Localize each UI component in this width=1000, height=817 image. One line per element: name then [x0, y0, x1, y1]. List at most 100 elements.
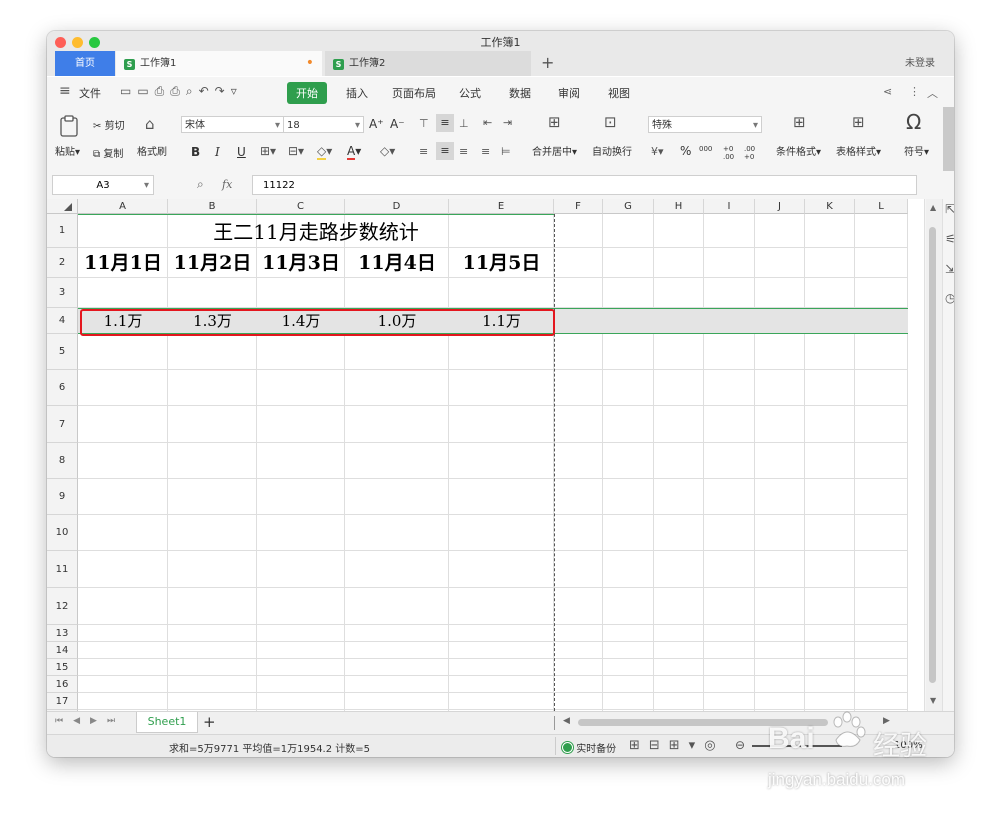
font-size-select[interactable]: 18 ▾	[283, 116, 364, 133]
number-format-select[interactable]: 特殊 ▾	[648, 116, 762, 133]
eraser-icon[interactable]: ◇▾	[380, 144, 395, 158]
row-header-12[interactable]: 12	[47, 588, 78, 625]
bold-button[interactable]: B	[191, 145, 200, 159]
row-header-15[interactable]: 15	[47, 659, 78, 676]
collapse-ribbon-icon[interactable]: ︿	[927, 85, 938, 101]
distribute-icon[interactable]: ⊨	[501, 145, 511, 158]
vertical-scrollbar[interactable]: ▲ ▼	[926, 199, 943, 711]
share-icon[interactable]: ⋖	[883, 85, 892, 98]
scroll-down-icon[interactable]: ▼	[930, 696, 936, 705]
align-right-icon[interactable]: ≡	[459, 145, 468, 158]
column-header-j[interactable]: J	[755, 199, 805, 214]
column-header-e[interactable]: E	[449, 199, 554, 214]
column-header-k[interactable]: K	[805, 199, 855, 214]
menu-view[interactable]: 视图	[608, 85, 630, 101]
sheet-nav-arrows[interactable]: ⏮◀▶⏭	[55, 716, 125, 726]
scroll-up-icon[interactable]: ▲	[930, 203, 936, 212]
thousand-separator-button[interactable]: 000	[699, 145, 712, 153]
cursor-icon[interactable]: ⇱	[945, 202, 954, 216]
column-header-i[interactable]: I	[704, 199, 755, 214]
row-header-7[interactable]: 7	[47, 406, 78, 443]
decrease-font-button[interactable]: A⁻	[390, 117, 405, 131]
table-style-icon[interactable]: ⊞	[852, 113, 865, 131]
date-cell-a[interactable]: 11月1日	[78, 248, 168, 278]
menu-review[interactable]: 审阅	[558, 85, 580, 101]
auto-wrap-button[interactable]: 自动换行	[592, 143, 632, 158]
horizontal-scroll-thumb[interactable]	[578, 719, 828, 726]
column-header-b[interactable]: B	[168, 199, 257, 214]
zoom-out-icon[interactable]: ⊖	[735, 738, 745, 752]
date-cell-b[interactable]: 11月2日	[168, 248, 257, 278]
row-header-11[interactable]: 11	[47, 551, 78, 588]
row-header-17[interactable]: 17	[47, 693, 78, 710]
scroll-right-icon[interactable]: ▶	[883, 716, 890, 726]
auto-wrap-icon[interactable]: ⊡	[604, 113, 617, 131]
row-header-16[interactable]: 16	[47, 676, 78, 693]
date-cell-e[interactable]: 11月5日	[449, 248, 554, 278]
omega-icon[interactable]: Ω	[906, 110, 921, 134]
menu-insert[interactable]: 插入	[346, 85, 368, 101]
increase-font-button[interactable]: A⁺	[369, 117, 384, 131]
hamburger-menu-icon[interactable]: ≡	[59, 83, 71, 99]
insert-function-button[interactable]: fx	[222, 178, 232, 191]
new-tab-button[interactable]: +	[541, 51, 554, 76]
row-header-13[interactable]: 13	[47, 625, 78, 642]
row-header-3[interactable]: 3	[47, 278, 78, 308]
select-all-corner[interactable]	[47, 199, 78, 214]
fill-color-icon[interactable]: ◇▾	[317, 144, 332, 160]
align-bottom-icon[interactable]: ⊥	[459, 117, 469, 130]
row-header-2[interactable]: 2	[47, 248, 78, 278]
row-header-10[interactable]: 10	[47, 515, 78, 551]
backup-toggle[interactable]: 实时备份	[562, 740, 616, 755]
align-middle-icon[interactable]: ≡	[436, 114, 454, 132]
tab-workbook1[interactable]: S 工作簿1 •	[116, 51, 322, 76]
column-header-g[interactable]: G	[603, 199, 654, 214]
column-header-d[interactable]: D	[345, 199, 449, 214]
row-header-8[interactable]: 8	[47, 443, 78, 479]
row-header-1[interactable]: 1	[47, 214, 78, 248]
menu-file[interactable]: 文件	[79, 85, 101, 101]
align-top-icon[interactable]: ⊤	[419, 117, 429, 130]
cell-style-icon[interactable]: ⊟▾	[288, 144, 304, 158]
date-cell-c[interactable]: 11月3日	[257, 248, 345, 278]
percent-button[interactable]: %	[680, 144, 691, 158]
align-left-icon[interactable]: ≡	[419, 145, 428, 158]
add-sheet-button[interactable]: +	[203, 713, 216, 731]
settings-slider-icon[interactable]: ⚟	[945, 232, 954, 246]
history-icon[interactable]: ◷	[945, 291, 954, 305]
row-header-4[interactable]: 4	[47, 308, 78, 334]
border-icon[interactable]: ⊞▾	[260, 144, 276, 158]
vertical-scroll-thumb[interactable]	[929, 227, 936, 683]
row-header-6[interactable]: 6	[47, 370, 78, 406]
name-box[interactable]: A3 ▾	[52, 175, 154, 195]
column-header-a[interactable]: A	[78, 199, 168, 214]
format-painter-button[interactable]: 格式刷	[137, 143, 167, 158]
table-style-button[interactable]: 表格样式▾	[836, 143, 881, 158]
more-options-icon[interactable]: ⋮	[909, 85, 920, 98]
column-header-c[interactable]: C	[257, 199, 345, 214]
scroll-left-icon[interactable]: ◀	[563, 716, 570, 726]
conditional-format-button[interactable]: 条件格式▾	[776, 143, 821, 158]
merge-center-button[interactable]: 合并居中▾	[532, 143, 577, 158]
justify-icon[interactable]: ≡	[481, 145, 490, 158]
menu-formula[interactable]: 公式	[459, 85, 481, 101]
ribbon-scroll-handle[interactable]	[943, 107, 954, 171]
currency-icon[interactable]: ¥▾	[651, 145, 664, 158]
spreadsheet-grid[interactable]: ABCDEFGHIJKL 123456789101112131415161718…	[47, 199, 954, 711]
tab-home[interactable]: 首页	[55, 51, 115, 76]
row-header-9[interactable]: 9	[47, 479, 78, 515]
login-link[interactable]: 未登录	[905, 51, 935, 76]
row-header-14[interactable]: 14	[47, 642, 78, 659]
export-icon[interactable]: ⇲	[945, 262, 954, 276]
decrease-decimal-button[interactable]: .00 +0	[744, 145, 758, 161]
cut-button[interactable]: ✂ 剪切	[93, 117, 125, 132]
indent-decrease-icon[interactable]: ⇤	[483, 116, 492, 129]
sheet-tab-sheet1[interactable]: Sheet1	[136, 712, 198, 733]
quick-access-toolbar[interactable]: ▭▭⎙⎙⌕↶↷▿	[120, 84, 243, 99]
conditional-format-icon[interactable]: ⊞	[793, 113, 806, 131]
zoom-formula-icon[interactable]: ⌕	[197, 177, 204, 192]
menu-page-layout[interactable]: 页面布局	[392, 85, 436, 101]
menu-start[interactable]: 开始	[287, 82, 327, 104]
tab-workbook2[interactable]: S 工作簿2	[325, 51, 531, 76]
indent-increase-icon[interactable]: ⇥	[503, 116, 512, 129]
